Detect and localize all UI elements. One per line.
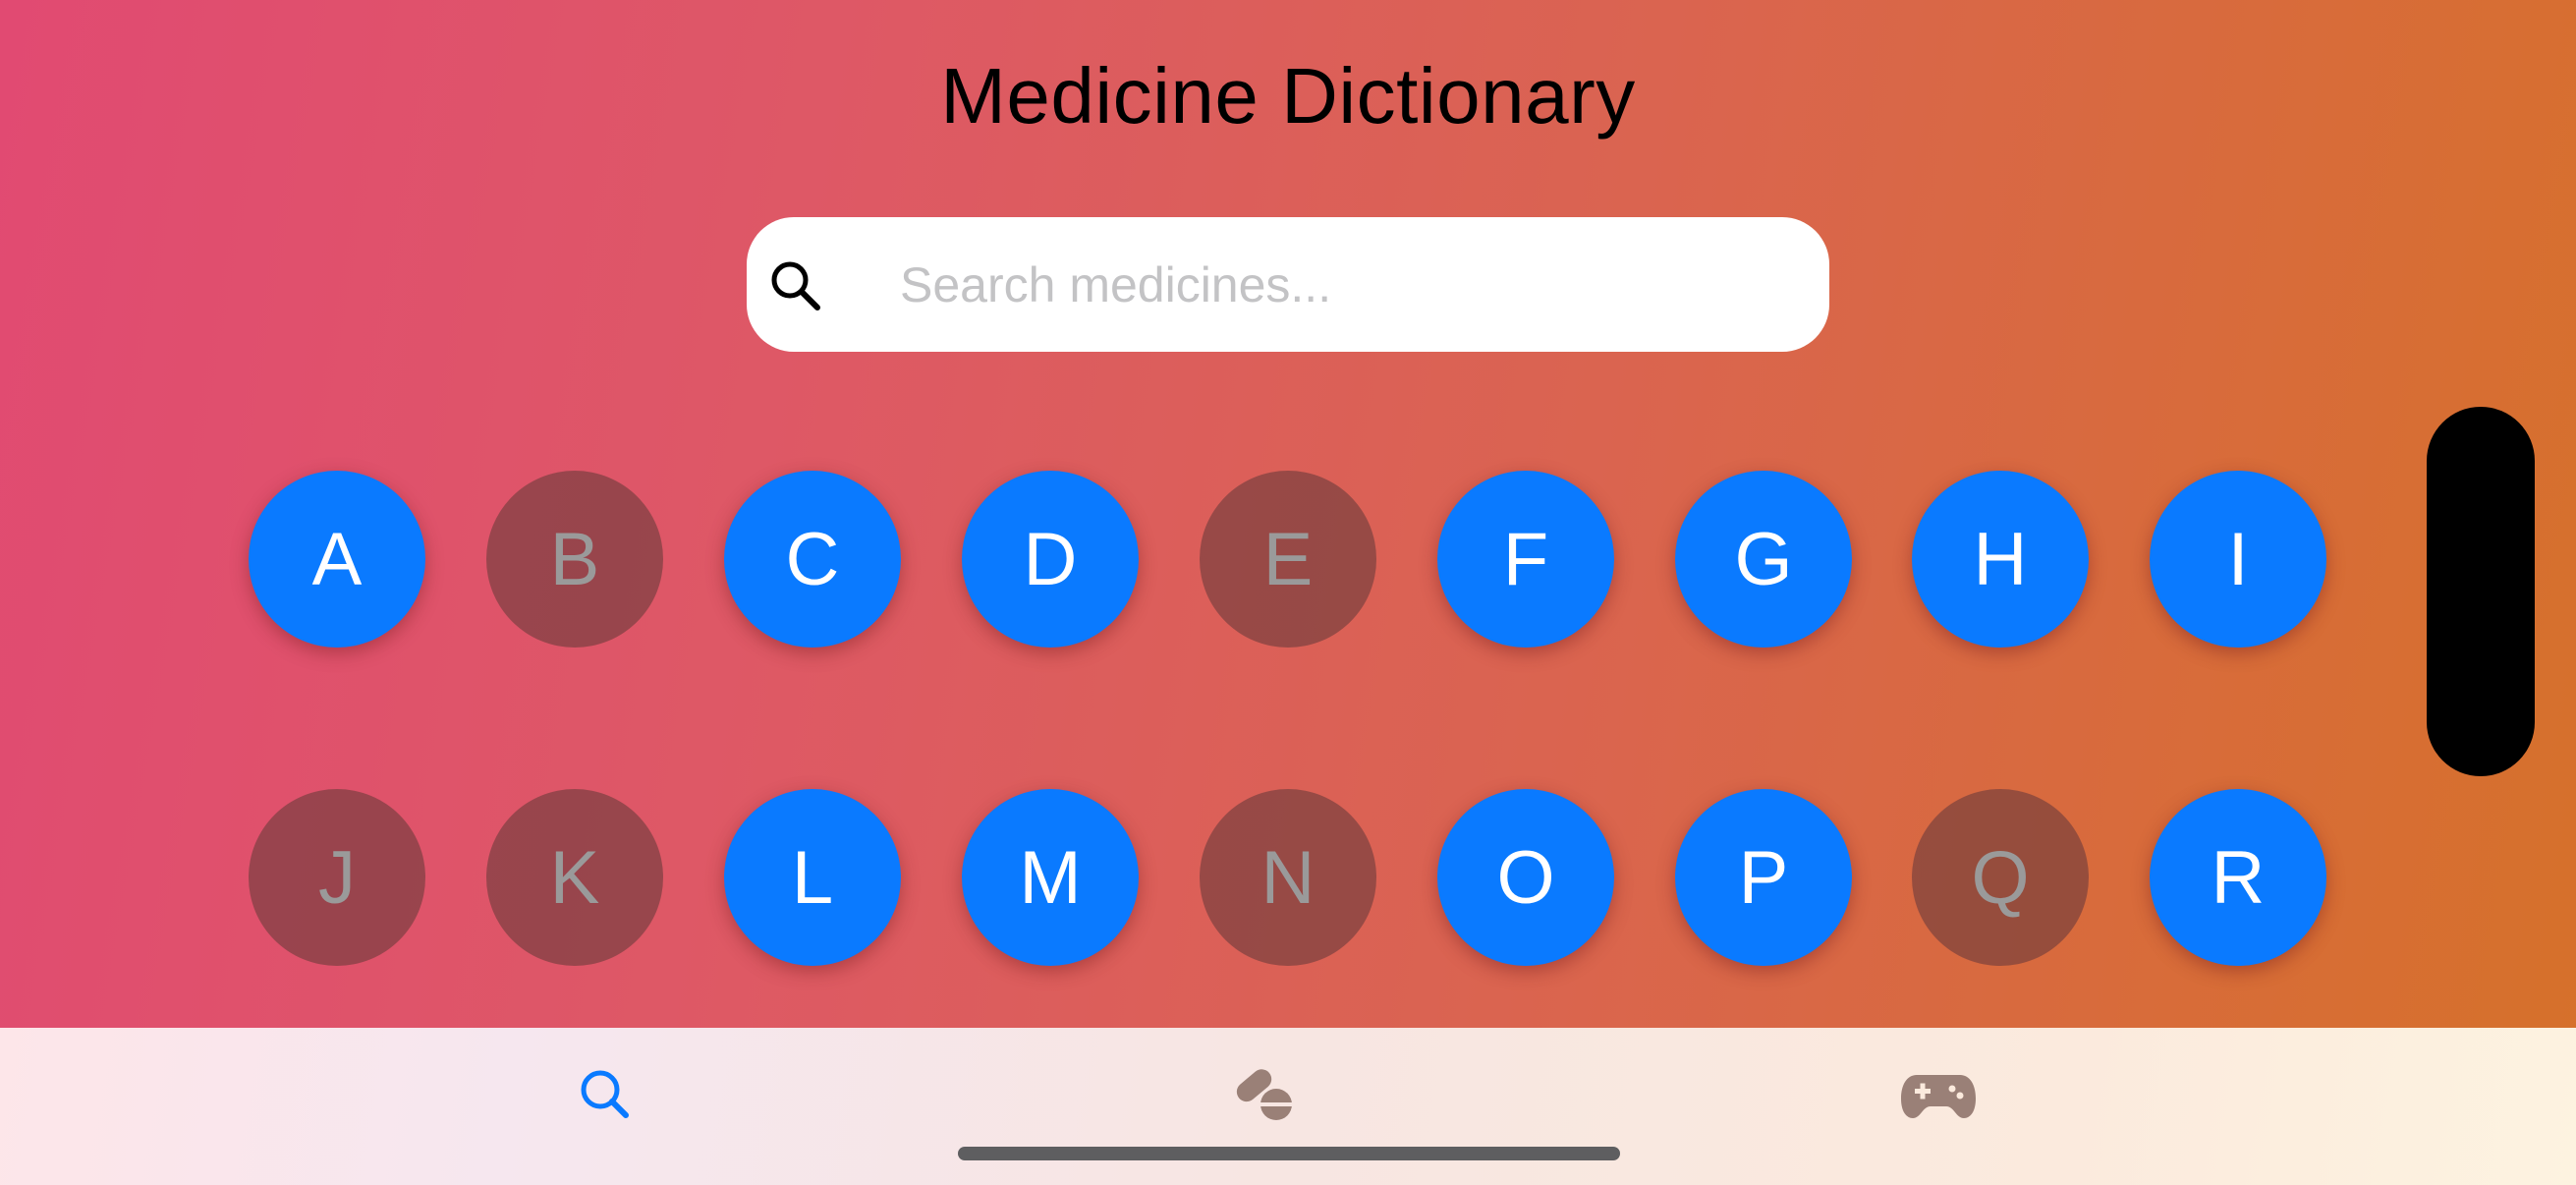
tab-games[interactable] [1879, 1047, 1997, 1146]
letter-button-e: E [1200, 471, 1376, 648]
letter-button-g[interactable]: G [1675, 471, 1852, 648]
home-indicator-bar [958, 1147, 1620, 1160]
letter-button-r[interactable]: R [2150, 789, 2326, 966]
app-screen: Medicine Dictionary ABCDEFGHI JKLMNOPQR [0, 0, 2576, 1185]
letter-button-d[interactable]: D [962, 471, 1139, 648]
letter-button-f[interactable]: F [1437, 471, 1614, 648]
pills-icon [1231, 1065, 1300, 1129]
letter-button-a[interactable]: A [249, 471, 425, 648]
search-bar[interactable] [747, 217, 1829, 352]
search-icon [766, 256, 825, 315]
letter-button-k: K [486, 789, 663, 966]
letter-button-l[interactable]: L [724, 789, 901, 966]
letter-button-i[interactable]: I [2150, 471, 2326, 648]
letter-button-q: Q [1912, 789, 2089, 966]
search-icon [576, 1065, 635, 1129]
letter-button-j: J [249, 789, 425, 966]
letter-button-b: B [486, 471, 663, 648]
page-title: Medicine Dictionary [940, 52, 1636, 140]
tab-bar [0, 1028, 2576, 1185]
letter-button-o[interactable]: O [1437, 789, 1614, 966]
side-handle[interactable] [2427, 407, 2535, 776]
letter-button-n: N [1200, 789, 1376, 966]
letter-button-m[interactable]: M [962, 789, 1139, 966]
letter-button-h[interactable]: H [1912, 471, 2089, 648]
letter-button-p[interactable]: P [1675, 789, 1852, 966]
search-input[interactable] [900, 217, 1784, 352]
tab-search[interactable] [546, 1047, 664, 1146]
letter-button-c[interactable]: C [724, 471, 901, 648]
gamecontroller-icon [1899, 1067, 1978, 1127]
tab-medicines[interactable] [1206, 1047, 1324, 1146]
